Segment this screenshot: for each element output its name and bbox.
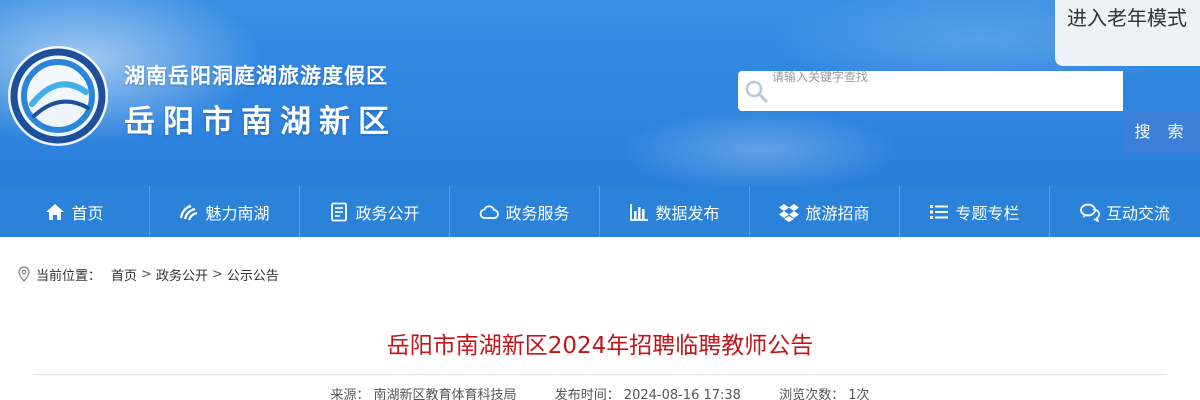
article-title: 岳阳市南湖新区2024年招聘临聘教师公告 — [386, 333, 814, 359]
breadcrumb-prefix: 当前位置： — [36, 268, 102, 284]
source-value: 南湖新区教育体育科技局 — [373, 388, 517, 400]
site-name-line1: 湖南岳阳洞庭湖旅游度假区 — [124, 64, 388, 88]
wave-icon — [180, 204, 198, 220]
header-banner: 湖南岳阳洞庭湖旅游度假区 岳阳市南湖新区 进入老年模式 搜 索 — [0, 0, 1200, 186]
nav-item-label: 数据发布 — [655, 203, 720, 223]
title-divider — [34, 374, 1166, 375]
nav-item-interaction[interactable]: 互动交流 — [1050, 186, 1200, 237]
nav-item-label: 政务服务 — [505, 203, 570, 223]
nav-item-tourism[interactable]: 旅游招商 — [750, 186, 900, 237]
breadcrumb-announcements[interactable]: 公示公告 — [227, 265, 279, 284]
location-pin-icon — [18, 266, 30, 282]
nav-item-label: 互动交流 — [1105, 203, 1170, 223]
nav-item-label: 魅力南湖 — [205, 203, 270, 223]
page: 湖南岳阳洞庭湖旅游度假区 岳阳市南湖新区 进入老年模式 搜 索 首页 魅力南湖 … — [0, 0, 1200, 400]
site-logo — [8, 46, 108, 146]
chat-icon — [1080, 203, 1100, 222]
nav-item-data[interactable]: 数据发布 — [600, 186, 750, 237]
breadcrumb-gov-open[interactable]: 政务公开 — [156, 265, 208, 284]
source-label: 来源： — [330, 388, 370, 400]
list-icon — [930, 204, 949, 219]
dropbox-icon — [779, 203, 800, 222]
elder-mode-button[interactable]: 进入老年模式 — [1055, 0, 1200, 66]
search-button[interactable]: 搜 索 — [1124, 111, 1200, 153]
nav-item-gov-service[interactable]: 政务服务 — [450, 186, 600, 237]
nav-item-charm[interactable]: 魅力南湖 — [150, 186, 300, 237]
breadcrumb: 当前位置： 首页 > 政务公开 > 公示公告 — [18, 264, 279, 284]
main-nav: 首页 魅力南湖 政务公开 政务服务 数据发布 旅游招商 专题专栏 互动交流 — [0, 186, 1200, 237]
published-value: 2024-08-16 17:38 — [623, 388, 741, 400]
search-icon — [745, 80, 768, 103]
breadcrumb-separator: > — [141, 266, 152, 282]
article-meta: 来源： 南湖新区教育体育科技局 发布时间： 2024-08-16 17:38 浏览次… — [0, 384, 1200, 400]
nav-item-gov-open[interactable]: 政务公开 — [300, 186, 450, 237]
breadcrumb-separator: > — [211, 266, 223, 282]
nav-item-topics[interactable]: 专题专栏 — [900, 186, 1050, 237]
document-icon — [331, 202, 348, 221]
views-value: 1次 — [848, 388, 870, 400]
breadcrumb-home[interactable]: 首页 — [111, 265, 137, 284]
cloud-icon — [480, 204, 500, 219]
views-label: 浏览次数： — [779, 388, 845, 400]
site-name-line2: 岳阳市南湖新区 — [124, 104, 397, 140]
nav-item-label: 首页 — [71, 203, 104, 223]
nav-item-label: 政务公开 — [355, 203, 420, 223]
nav-item-label: 旅游招商 — [805, 203, 870, 223]
nav-item-label: 专题专栏 — [955, 203, 1020, 223]
home-icon — [46, 203, 65, 220]
bar-chart-icon — [630, 203, 649, 221]
search-input[interactable] — [772, 66, 1117, 88]
published-label: 发布时间： — [554, 388, 620, 400]
nav-item-home[interactable]: 首页 — [0, 186, 150, 237]
